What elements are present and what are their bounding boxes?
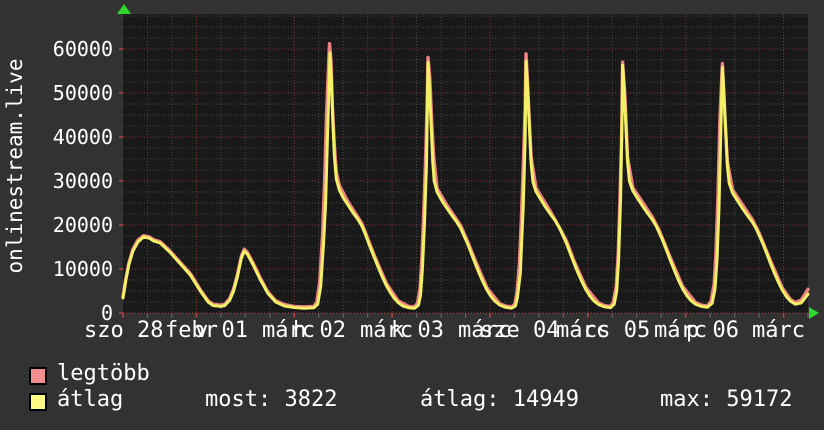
y-axis-label-30000: 30000 (33, 170, 113, 192)
legend-swatch-avg (29, 393, 47, 411)
y-axis-label-60000: 60000 (33, 38, 113, 60)
legend-swatch-max (29, 367, 47, 385)
y-axis-label-50000: 50000 (33, 82, 113, 104)
x-axis-label: p 06 (686, 320, 739, 342)
x-axis-label: k 03 (391, 320, 444, 342)
legend-label-avg: átlag (57, 388, 123, 412)
y-axis-label-20000: 20000 (33, 214, 113, 236)
chart-plot-area (119, 14, 812, 319)
y-axis-label-40000: 40000 (33, 126, 113, 148)
stat-max: max: 59172 (660, 388, 792, 412)
y-axis-arrow-icon (117, 4, 131, 14)
x-axis-label: sze 04 (480, 320, 559, 342)
y-axis-label-10000: 10000 (33, 258, 113, 280)
x-axis-label: v 01 (195, 320, 248, 342)
rrd-graph-screen: onlinestream.live 0100002000030000400005… (0, 0, 824, 430)
x-axis-label: cs 05 (584, 320, 650, 342)
x-axis-label: szo 28 (84, 320, 163, 342)
x-axis-label: h 02 (293, 320, 346, 342)
legend-label-max: legtöbb (57, 362, 150, 386)
stat-most: most: 3822 (205, 388, 337, 412)
x-axis-label: márc (752, 320, 805, 342)
plot-background (123, 14, 808, 313)
stat-atlag: átlag: 14949 (420, 388, 579, 412)
y-axis-title: onlinestream.live (4, 36, 26, 296)
